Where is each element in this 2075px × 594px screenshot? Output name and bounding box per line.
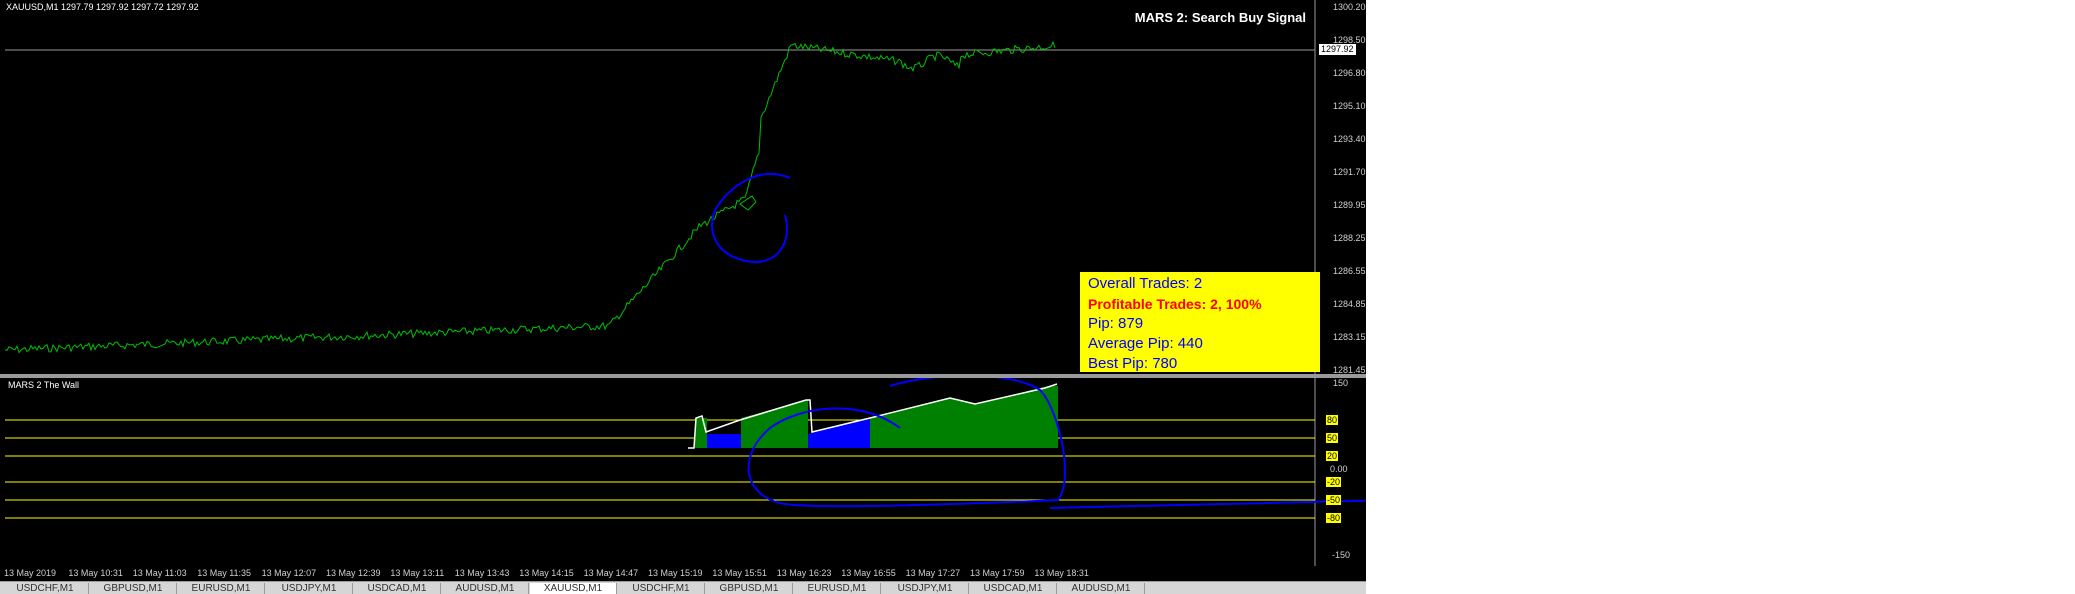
price-line: [4, 40, 1056, 354]
time-axis-label: 13 May 16:55: [841, 568, 896, 578]
price-axis-label: 1284.85: [1333, 299, 1366, 309]
level-tag: -80: [1326, 513, 1342, 523]
price-axis-label: 1286.55: [1333, 266, 1366, 276]
time-axis-label: 13 May 15:19: [648, 568, 703, 578]
chart-tab-bar: USDCHF,M1 GBPUSD,M1 EURUSD,M1 USDJPY,M1 USDC…: [0, 581, 1366, 594]
signal-title: MARS 2: Search Buy Signal: [1134, 10, 1306, 25]
histogram-blue-1: [707, 434, 741, 448]
pen-stroke-annotation: [1049, 499, 1366, 509]
time-axis-label: 13 May 10:31: [68, 568, 123, 578]
time-axis-label: 13 May 11:03: [132, 568, 187, 578]
level-lines: [5, 419, 1315, 519]
indicator-axis-zero: 0.00: [1330, 464, 1348, 474]
indicator-canvas: [5, 378, 1366, 566]
chart-tab[interactable]: USDJPY,M1: [266, 583, 353, 594]
time-axis-label: 13 May 14:47: [583, 568, 639, 578]
indicator-title: MARS 2 The Wall: [8, 380, 80, 390]
indicator-pane[interactable]: MARS 2 The Wall 150 0.00 -150 80 50 20 -20 -…: [0, 378, 1366, 566]
time-axis-label: 13 May 18:31: [1034, 568, 1089, 578]
level-tag: 80: [1326, 415, 1339, 425]
chart-tab[interactable]: USDCHF,M1: [2, 583, 89, 594]
chart-tab[interactable]: USDJPY,M1: [882, 583, 969, 594]
time-axis-label: 13 May 13:11: [390, 568, 445, 578]
price-axis-label: 1289.95: [1333, 200, 1366, 210]
overall-trades: Overall Trades: 2: [1088, 275, 1203, 292]
indicator-axis-m150: -150: [1332, 550, 1351, 560]
time-axis-label: 13 May 17:27: [905, 568, 961, 578]
chart-tab[interactable]: GBPUSD,M1: [706, 583, 793, 594]
chart-tab[interactable]: USDCAD,M1: [354, 583, 441, 594]
time-axis-label: 13 May 12:39: [326, 568, 381, 578]
time-axis-label: 13 May 11:35: [197, 568, 252, 578]
price-axis-label: 1283.15: [1333, 332, 1366, 342]
indicator-axis-150: 150: [1333, 378, 1349, 388]
current-price-tag: 1297.92: [1319, 44, 1356, 55]
chart-tab[interactable]: GBPUSD,M1: [90, 583, 177, 594]
average-pip: Average Pip: 440: [1088, 335, 1203, 352]
histogram-green-1: [695, 418, 707, 448]
chart-tab[interactable]: AUDUSD,M1: [442, 583, 529, 594]
price-axis-label: 1293.40: [1333, 134, 1366, 144]
level-tag: -20: [1326, 477, 1342, 487]
price-axis-label: 1291.70: [1333, 167, 1366, 177]
level-tag: 20: [1326, 451, 1339, 461]
level-tag: -50: [1326, 495, 1342, 505]
profitable-trades: Profitable Trades: 2, 100%: [1088, 296, 1262, 312]
chart-tab[interactable]: EURUSD,M1: [178, 583, 265, 594]
time-axis-label: 13 May 2019: [4, 568, 57, 578]
time-axis-label: 13 May 14:15: [519, 568, 574, 578]
price-axis-label: 1296.80: [1333, 68, 1366, 78]
stats-panel: Overall Trades: 2 Profitable Trades: 2, …: [1080, 272, 1320, 372]
time-axis-label: 13 May 17:59: [970, 568, 1025, 578]
chart-tab[interactable]: XAUUSD,M1: [530, 583, 617, 594]
time-axis: 13 May 2019 13 May 10:31 13 May 11:03 13 Ma…: [0, 566, 1366, 581]
level-tag: 50: [1326, 433, 1339, 443]
chart-tab[interactable]: AUDUSD,M1: [1058, 583, 1145, 594]
best-pip: Best Pip: 780: [1088, 355, 1178, 372]
pip-total: Pip: 879: [1088, 315, 1144, 332]
price-axis-label: 1295.10: [1333, 101, 1366, 111]
time-axis-label: 13 May 13:43: [454, 568, 510, 578]
time-axis-label: 13 May 16:23: [776, 568, 832, 578]
time-axis-label: 13 May 12:07: [261, 568, 317, 578]
chart-tab[interactable]: EURUSD,M1: [794, 583, 881, 594]
time-axis-label: 13 May 15:51: [712, 568, 767, 578]
histogram-blue-2: [808, 418, 870, 448]
chart-tab[interactable]: USDCAD,M1: [970, 583, 1057, 594]
histogram-green-3: [870, 386, 1058, 448]
symbol-info: XAUUSD,M1 1297.79 1297.92 1297.72 1297.9…: [6, 2, 199, 12]
price-chart-pane[interactable]: XAUUSD,M1 1297.79 1297.92 1297.72 1297.9…: [0, 0, 1366, 375]
chart-tab[interactable]: USDCHF,M1: [618, 583, 705, 594]
price-axis-label: 1300.20: [1333, 2, 1366, 12]
mt4-terminal: XAUUSD,M1 1297.79 1297.92 1297.72 1297.9…: [0, 0, 1366, 594]
price-axis-label: 1288.25: [1333, 233, 1366, 243]
pen-circle-annotation: [710, 172, 791, 264]
